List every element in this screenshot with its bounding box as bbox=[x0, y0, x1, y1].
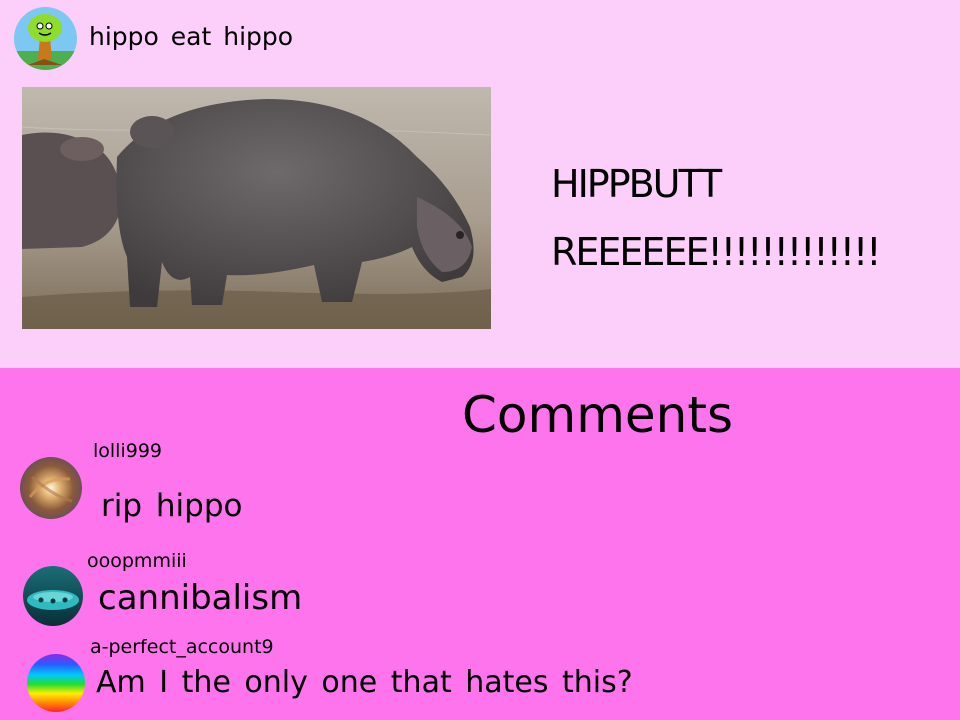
comment-avatar-a-perfect-account9[interactable] bbox=[27, 654, 85, 712]
hippo-photo-image bbox=[22, 87, 491, 329]
comment-username[interactable]: lolli999 bbox=[93, 440, 162, 462]
comment-avatar-ooopmmiii[interactable] bbox=[23, 566, 83, 626]
galaxy-avatar-icon bbox=[20, 457, 82, 519]
comment-username[interactable]: a-perfect_account9 bbox=[90, 636, 274, 658]
comment-text: cannibalism bbox=[98, 578, 303, 618]
comment-text: rip hippo bbox=[101, 488, 243, 524]
author-avatar[interactable] bbox=[14, 7, 77, 70]
tree-avatar-icon bbox=[14, 7, 77, 70]
post-caption-line-1: HIPPBUTT bbox=[551, 162, 722, 206]
rainbow-avatar-icon bbox=[27, 654, 85, 712]
submarine-avatar-icon bbox=[23, 566, 83, 626]
comment-username[interactable]: ooopmmiii bbox=[87, 550, 187, 572]
comments-heading: Comments bbox=[462, 386, 734, 444]
post-author-name[interactable]: hippo eat hippo bbox=[89, 22, 293, 51]
comment-text: Am I the only one that hates this? bbox=[96, 665, 633, 700]
comment-avatar-lolli999[interactable] bbox=[20, 457, 82, 519]
post-caption-line-2: REEEEEE!!!!!!!!!!!!! bbox=[551, 230, 881, 274]
post-photo bbox=[22, 87, 491, 329]
